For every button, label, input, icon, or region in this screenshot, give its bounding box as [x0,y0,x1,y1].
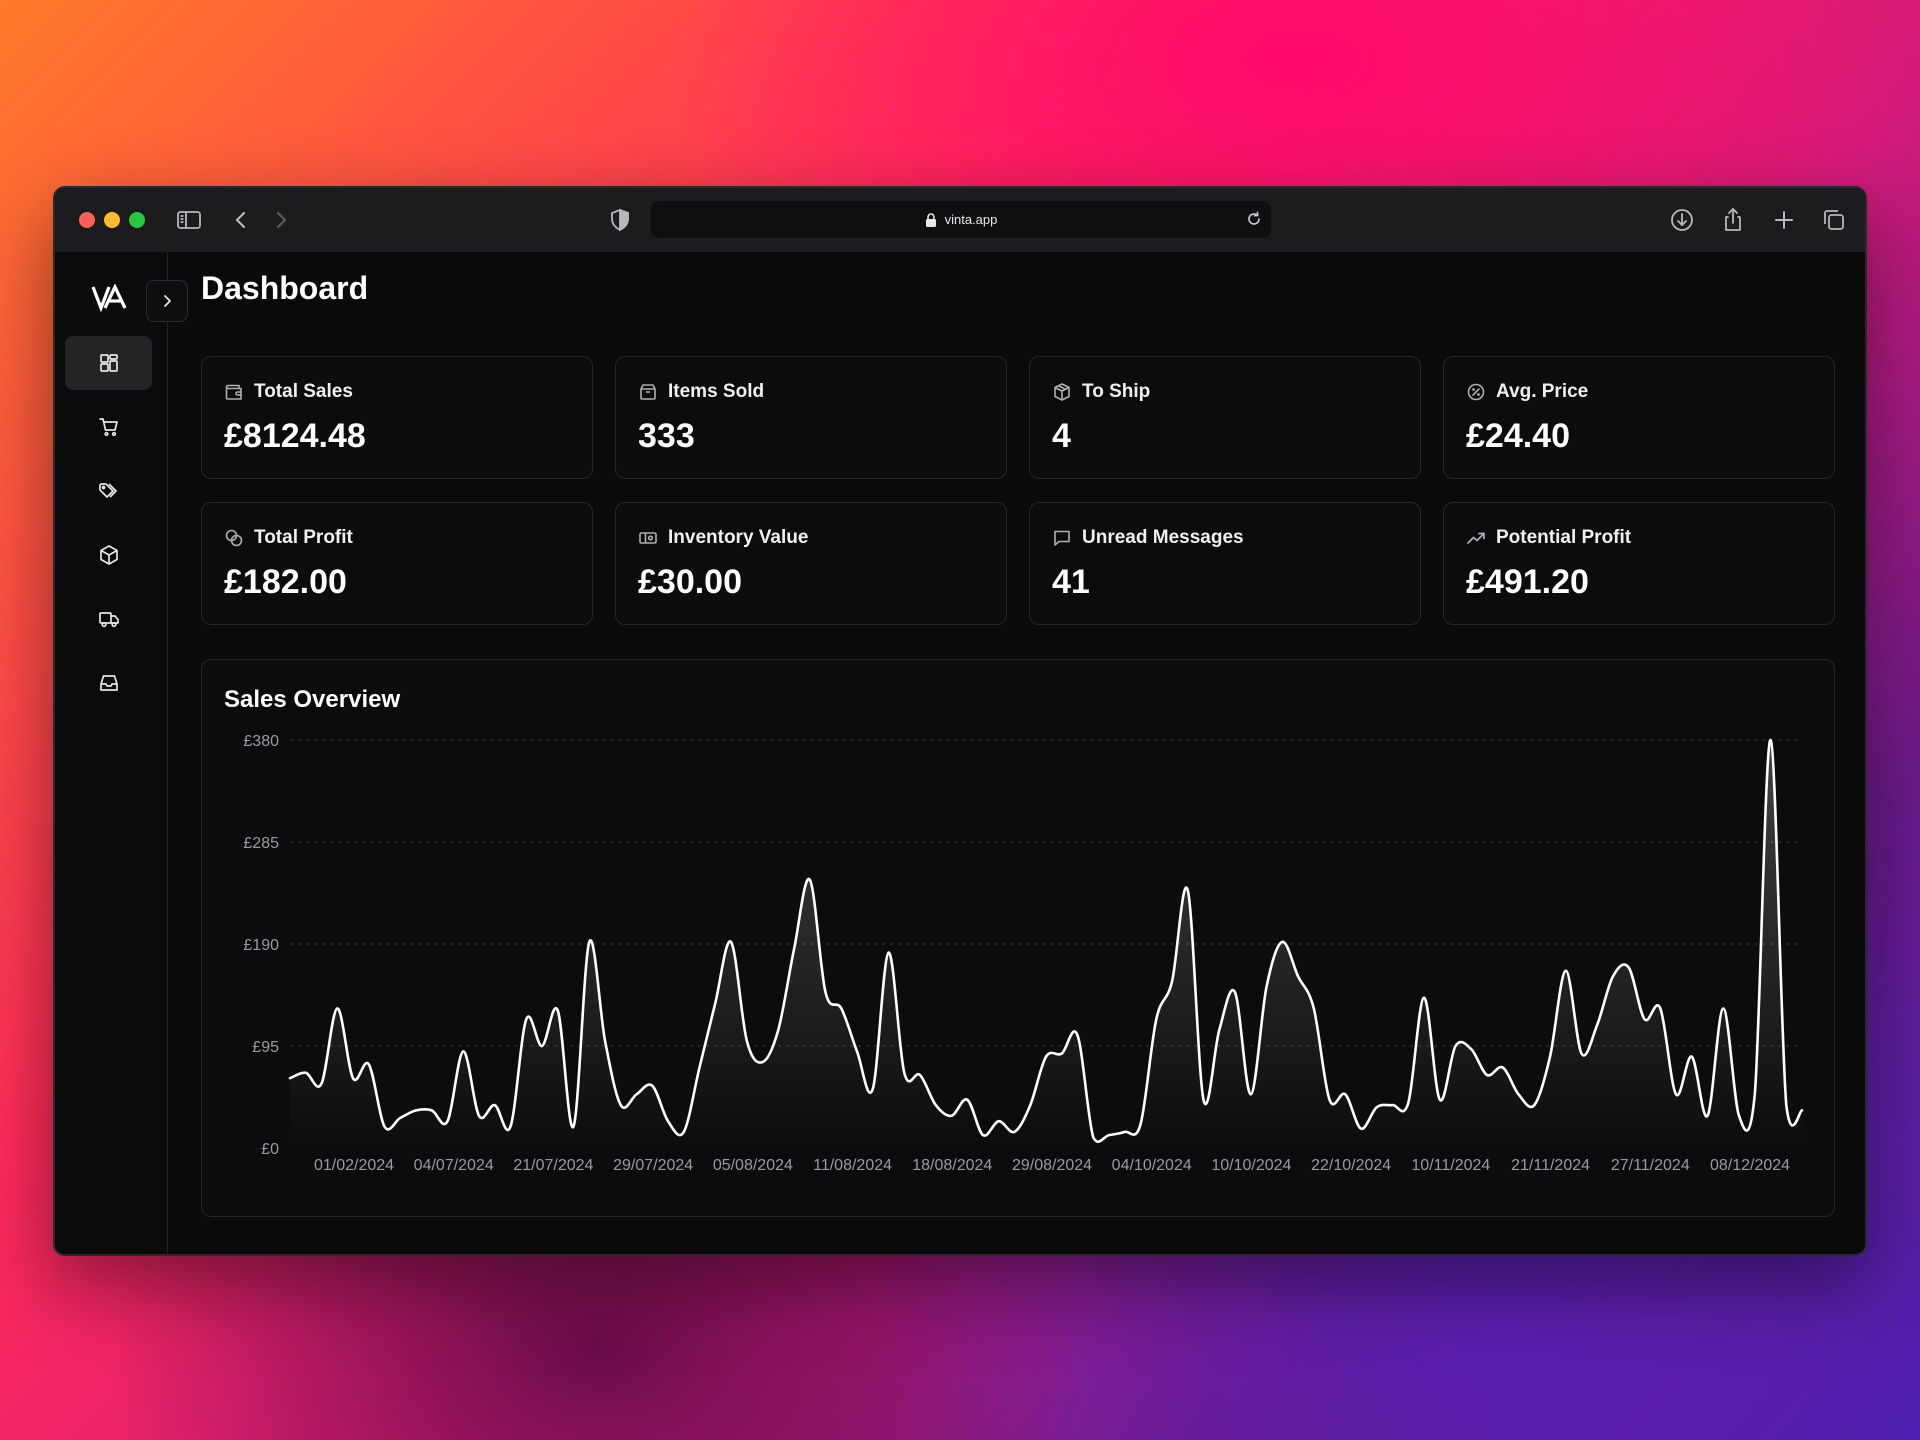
address-bar[interactable]: vinta.app [651,201,1271,238]
x-tick-label: 11/08/2024 [813,1157,892,1174]
x-tick-label: 08/12/2024 [1710,1157,1790,1174]
coins-icon [225,529,243,547]
sidebar-item-orders[interactable] [65,400,152,454]
privacy-shield-icon[interactable] [606,206,634,234]
inbox-icon [99,675,118,691]
stat-card-potential-profit: Potential Profit £491.20 [1443,502,1835,625]
stat-value: 333 [638,417,695,455]
message-icon [1054,530,1070,546]
x-tick-label: 05/08/2024 [713,1157,793,1174]
shipping-box-icon [1054,383,1070,401]
tags-icon [98,483,117,498]
stat-value: £491.20 [1466,563,1589,601]
tab-overview-icon[interactable] [1820,206,1848,234]
x-tick-label: 04/07/2024 [414,1157,494,1174]
stat-label: To Ship [1082,381,1151,402]
x-tick-label: 21/11/2024 [1511,1157,1590,1174]
stat-label: Items Sold [668,381,765,402]
sidebar-item-listings[interactable] [65,464,152,518]
back-arrow-icon[interactable] [227,206,255,234]
stat-card-to-ship: To Ship 4 [1029,356,1421,479]
url-text: vinta.app [944,212,998,227]
sales-overview-card: Sales Overview £0 £95 £190 £285 £380 01/02/2… [201,659,1835,1217]
stat-card-total-sales: Total Sales £8124.48 [201,356,593,479]
grid-icon [99,354,118,372]
sidebar-toggle-icon[interactable] [175,206,203,234]
x-tick-label: 01/02/2024 [314,1157,394,1174]
lock-icon [925,212,936,227]
stat-label: Unread Messages [1082,527,1244,548]
expand-sidebar-button[interactable] [146,280,188,322]
stat-label: Total Sales [254,381,353,402]
x-tick-label: 10/11/2024 [1411,1157,1490,1174]
maximize-window-button[interactable] [129,212,145,228]
x-tick-label: 18/08/2024 [912,1157,992,1174]
stat-label: Total Profit [254,527,353,548]
x-tick-label: 29/07/2024 [613,1157,693,1174]
stat-label: Potential Profit [1496,527,1632,548]
forward-arrow-icon[interactable] [267,206,295,234]
page-title: Dashboard [201,270,369,306]
sidebar [55,252,188,1254]
downloads-icon[interactable] [1668,206,1696,234]
browser-toolbar: vinta.app [55,188,1865,252]
stat-value: £24.40 [1466,417,1570,455]
sidebar-item-shipping[interactable] [65,592,152,646]
package-icon [640,384,656,400]
stat-label: Inventory Value [668,527,809,548]
minimize-window-button[interactable] [104,212,120,228]
badge-percent-icon [1467,383,1485,401]
stat-value: 41 [1052,563,1090,601]
sales-chart: £0 £95 £190 £285 £380 01/02/2024 04/07/2024 21… [243,733,1804,1174]
share-icon[interactable] [1719,206,1747,234]
stat-value: £30.00 [638,563,742,601]
x-tick-label: 04/10/2024 [1112,1157,1192,1174]
stat-label: Avg. Price [1496,381,1589,402]
stat-value: £8124.48 [224,417,366,455]
reload-icon[interactable] [1245,210,1263,228]
stat-value: £182.00 [224,563,347,601]
y-tick-label: £95 [252,1039,279,1056]
close-window-button[interactable] [79,212,95,228]
sidebar-item-dashboard[interactable] [65,336,152,390]
x-tick-label: 10/10/2024 [1211,1157,1291,1174]
x-tick-label: 29/08/2024 [1012,1157,1092,1174]
y-tick-label: £285 [243,835,279,852]
y-tick-label: £380 [243,733,279,750]
stat-card-total-profit: Total Profit £182.00 [201,502,593,625]
browser-window: vinta.app Dashboard Total Sales £8124.48… [53,186,1867,1256]
banknote-icon [639,532,657,544]
trending-up-icon [1467,532,1485,544]
stat-value: 4 [1052,417,1071,455]
x-tick-label: 22/10/2024 [1311,1157,1391,1174]
sidebar-item-inventory[interactable] [65,528,152,582]
stat-card-inventory-value: Inventory Value £30.00 [615,502,1007,625]
y-tick-label: £0 [261,1141,279,1158]
stat-card-unread-messages: Unread Messages 41 [1029,502,1421,625]
stat-card-items-sold: Items Sold 333 [615,356,1007,479]
truck-icon [98,612,119,628]
x-tick-label: 27/11/2024 [1611,1157,1690,1174]
vinta-logo[interactable] [91,283,127,313]
y-tick-label: £190 [243,937,279,954]
stat-card-avg-price: Avg. Price £24.40 [1443,356,1835,479]
sidebar-item-inbox[interactable] [65,656,152,710]
new-tab-icon[interactable] [1770,206,1798,234]
x-tick-label: 21/07/2024 [513,1157,593,1174]
chevron-right-icon [164,295,171,307]
wallet-icon [225,384,242,400]
box-icon [99,545,118,565]
cart-icon [98,418,118,437]
